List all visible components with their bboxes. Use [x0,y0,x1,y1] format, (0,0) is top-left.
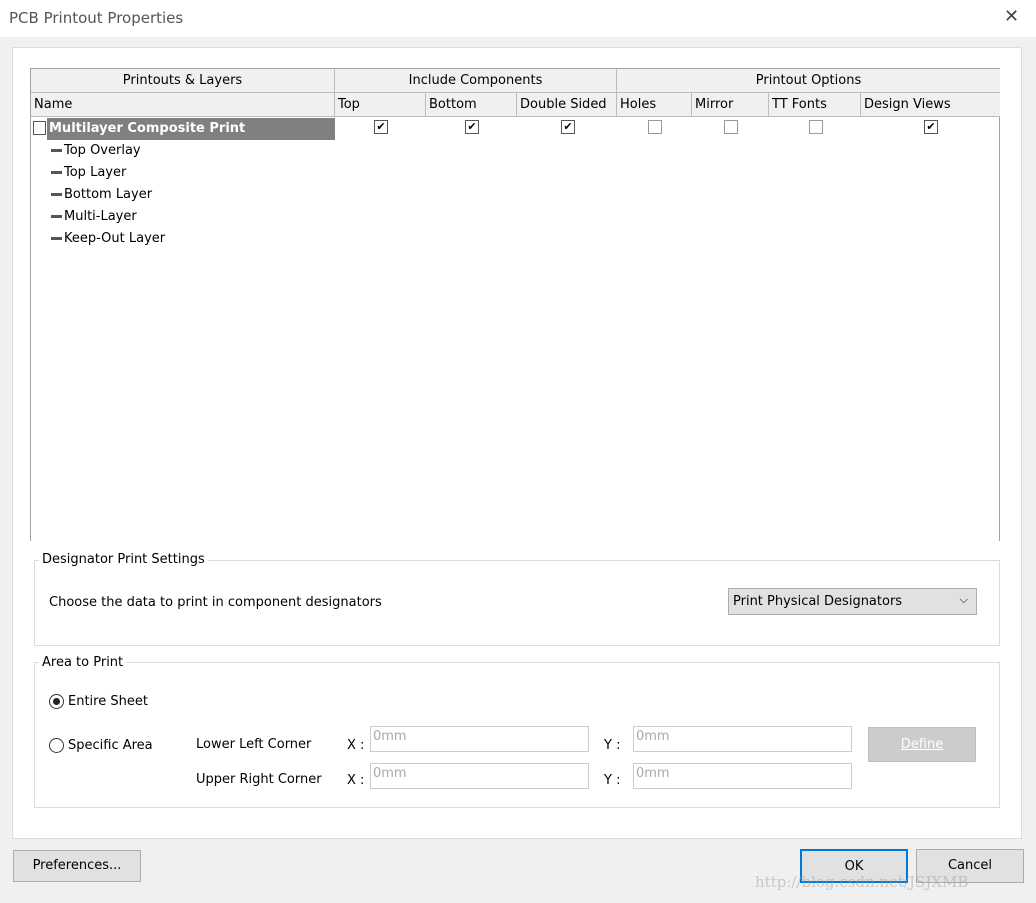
layer-label: Multi-Layer [64,209,137,224]
checkbox-design-views[interactable]: ✔ [924,120,938,134]
column-header-holes[interactable]: Holes [617,93,692,117]
layer-item[interactable]: Bottom Layer [51,184,152,206]
layer-label: Top Layer [64,165,127,180]
column-header-top[interactable]: Top [335,93,426,117]
document-icon [33,121,46,135]
checkbox-double-sided[interactable]: ✔ [561,120,575,134]
layer-dash-icon [51,193,62,196]
layer-item[interactable]: Multi-Layer [51,206,137,228]
column-header-design-views[interactable]: Design Views [861,93,1000,117]
column-header-name[interactable]: Name [31,93,335,117]
column-header-mirror[interactable]: Mirror [692,93,769,117]
checkbox-top[interactable]: ✔ [374,120,388,134]
group-header-options: Printout Options [617,69,1000,93]
watermark: http://blog.csdn.net/JSJXMB [755,873,969,891]
checkbox-holes[interactable] [648,120,662,134]
designator-label: Choose the data to print in component de… [49,595,382,610]
designator-group-title: Designator Print Settings [39,552,208,567]
x-label: X : [347,738,365,753]
layer-item[interactable]: Top Overlay [51,140,141,162]
window-title: PCB Printout Properties [9,9,184,27]
specific-area-label: Specific Area [68,738,153,753]
group-header-components: Include Components [335,69,617,93]
lower-left-x-input[interactable]: 0mm [370,726,589,752]
upper-right-label: Upper Right Corner [196,772,322,787]
checkbox-mirror[interactable] [724,120,738,134]
define-button[interactable]: Define [868,727,976,762]
layer-dash-icon [51,171,62,174]
printout-row-selected[interactable]: Multilayer Composite Print [47,118,335,140]
y-label: Y : [604,773,621,788]
chevron-down-icon: ⌵ [959,593,968,606]
column-header-bottom[interactable]: Bottom [426,93,517,117]
x-label: X : [347,773,365,788]
y-label: Y : [604,738,621,753]
layer-item[interactable]: Top Layer [51,162,126,184]
designator-dropdown[interactable]: Print Physical Designators ⌵ [728,588,977,615]
preferences-button[interactable]: Preferences... [13,850,141,882]
area-group-title: Area to Print [39,655,127,670]
layer-dash-icon [51,149,62,152]
printout-table: Printouts & Layers Include Components Pr… [30,68,1000,541]
lower-left-label: Lower Left Corner [196,737,312,752]
upper-right-x-input[interactable]: 0mm [370,763,589,789]
layer-label: Bottom Layer [64,187,153,202]
layer-item[interactable]: Keep-Out Layer [51,228,165,250]
layer-label: Keep-Out Layer [64,231,166,246]
close-icon[interactable]: ✕ [1004,6,1019,27]
column-header-double-sided[interactable]: Double Sided [517,93,617,117]
entire-sheet-radio[interactable] [49,694,64,709]
layer-dash-icon [51,215,62,218]
group-header-printouts: Printouts & Layers [31,69,335,93]
checkbox-tt-fonts[interactable] [809,120,823,134]
checkbox-bottom[interactable]: ✔ [465,120,479,134]
specific-area-radio[interactable] [49,738,64,753]
dropdown-value: Print Physical Designators [733,594,903,609]
lower-left-y-input[interactable]: 0mm [633,726,852,752]
column-header-tt-fonts[interactable]: TT Fonts [769,93,861,117]
upper-right-y-input[interactable]: 0mm [633,763,852,789]
layer-label: Top Overlay [64,143,141,158]
entire-sheet-label: Entire Sheet [68,694,148,709]
layer-dash-icon [51,237,62,240]
